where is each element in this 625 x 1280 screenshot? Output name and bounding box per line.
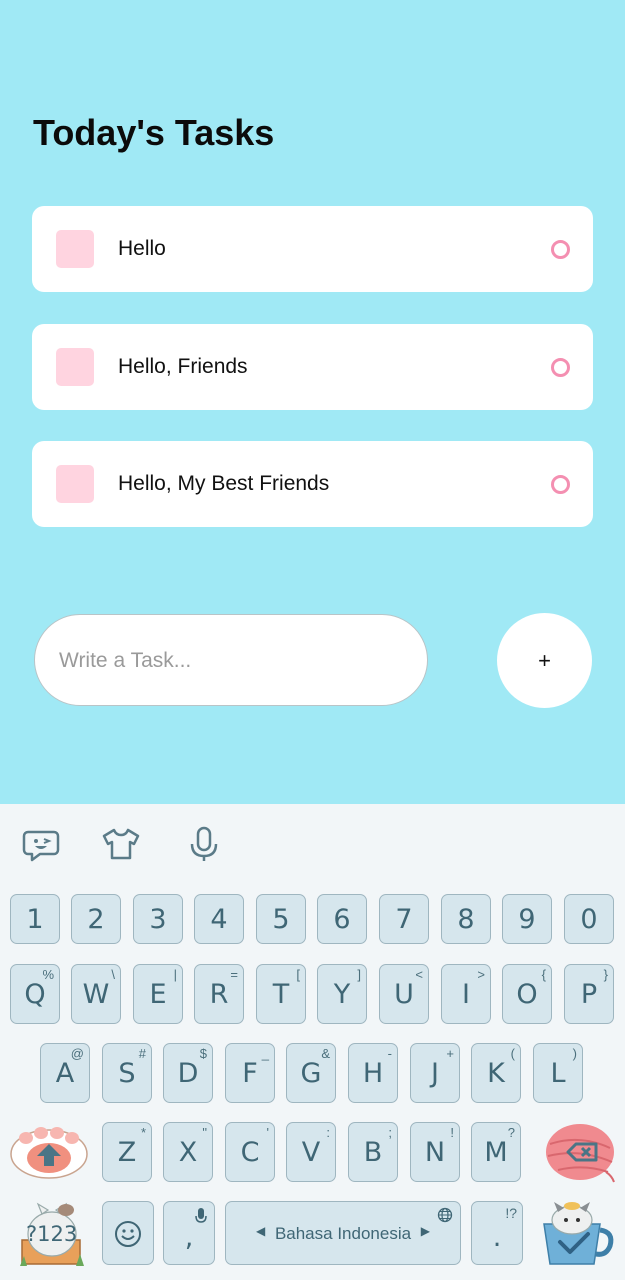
task-input[interactable] [57,615,401,706]
key-9[interactable]: 9 [502,894,552,944]
key-f[interactable]: _ F [225,1043,275,1103]
task-item[interactable]: Hello, My Best Friends [32,441,593,527]
key-d[interactable]: $ D [163,1043,213,1103]
task-checkbox[interactable] [56,465,94,503]
space-bar[interactable]: ◀ Bahasa Indonesia ▶ [225,1201,461,1265]
key-c[interactable]: ' C [225,1122,275,1182]
circle-icon[interactable] [551,475,570,494]
cat-cup-enter-icon [543,1202,614,1265]
key-a[interactable]: @ A [40,1043,90,1103]
key-1[interactable]: 1 [10,894,60,944]
symbols-key[interactable]: ?123 [14,1200,88,1268]
key-m[interactable]: ? M [471,1122,521,1182]
key-q[interactable]: % Q [10,964,60,1024]
key-b[interactable]: ; B [348,1122,398,1182]
cat-paw-shift-icon [10,1127,88,1179]
key-n[interactable]: ! N [410,1122,460,1182]
task-checkbox[interactable] [56,230,94,268]
task-checkbox[interactable] [56,348,94,386]
enter-key[interactable] [538,1200,618,1270]
shift-key[interactable] [8,1124,90,1180]
emoji-sticker-icon[interactable] [22,824,62,864]
soft-keyboard: 1 2 3 4 5 6 7 8 9 0 % Q \ W | E = R [T ] Y < U… [0,804,625,1280]
smiley-icon [115,1221,141,1247]
key-t[interactable]: [T [256,964,306,1024]
key-v[interactable]: :V [286,1122,336,1182]
task-label: Hello, Friends [118,355,248,378]
arrow-right-icon: ▶ [420,1224,430,1238]
key-o[interactable]: {O [502,964,552,1024]
circle-icon[interactable] [551,240,570,259]
emoji-key[interactable] [102,1201,154,1265]
key-7[interactable]: 7 [379,894,429,944]
key-g[interactable]: & G [286,1043,336,1103]
key-2[interactable]: 2 [71,894,121,944]
key-6[interactable]: 6 [317,894,367,944]
task-input-container[interactable] [34,614,428,706]
key-s[interactable]: # S [102,1043,152,1103]
task-label: Hello [118,237,166,260]
key-z[interactable]: * Z [102,1122,152,1182]
task-item[interactable]: Hello, Friends [32,324,593,410]
task-label: Hello, My Best Friends [118,472,330,495]
key-y[interactable]: ] Y [317,964,367,1024]
key-3[interactable]: 3 [133,894,183,944]
key-k[interactable]: (K [471,1043,521,1103]
key-e[interactable]: | E [133,964,183,1024]
backspace-key[interactable] [544,1122,616,1184]
task-item[interactable]: Hello [32,206,593,292]
page-title: Today's Tasks [33,112,275,153]
key-u[interactable]: < U [379,964,429,1024]
key-x[interactable]: " X [163,1122,213,1182]
key-r[interactable]: = R [194,964,244,1024]
key-j[interactable]: + J [410,1043,460,1103]
key-5[interactable]: 5 [256,894,306,944]
key-l[interactable]: ) L [533,1043,583,1103]
key-8[interactable]: 8 [441,894,491,944]
app-screen: Today's Tasks Hello Hello, Friends Hello… [0,0,625,804]
globe-icon [437,1207,453,1223]
microphone-icon[interactable] [184,824,224,864]
yarn-ball-backspace-icon [546,1124,615,1183]
key-4[interactable]: 4 [194,894,244,944]
circle-icon[interactable] [551,358,570,377]
symbols-key-label: ?123 [26,1222,78,1246]
key-h[interactable]: -H [348,1043,398,1103]
key-p[interactable]: } P [564,964,614,1024]
period-key[interactable]: !? . [471,1201,523,1265]
key-0[interactable]: 0 [564,894,614,944]
add-task-button[interactable]: + [497,613,592,708]
key-i[interactable]: > I [441,964,491,1024]
key-w[interactable]: \ W [71,964,121,1024]
comma-key[interactable]: , [163,1201,215,1265]
theme-shirt-icon[interactable] [101,824,141,864]
